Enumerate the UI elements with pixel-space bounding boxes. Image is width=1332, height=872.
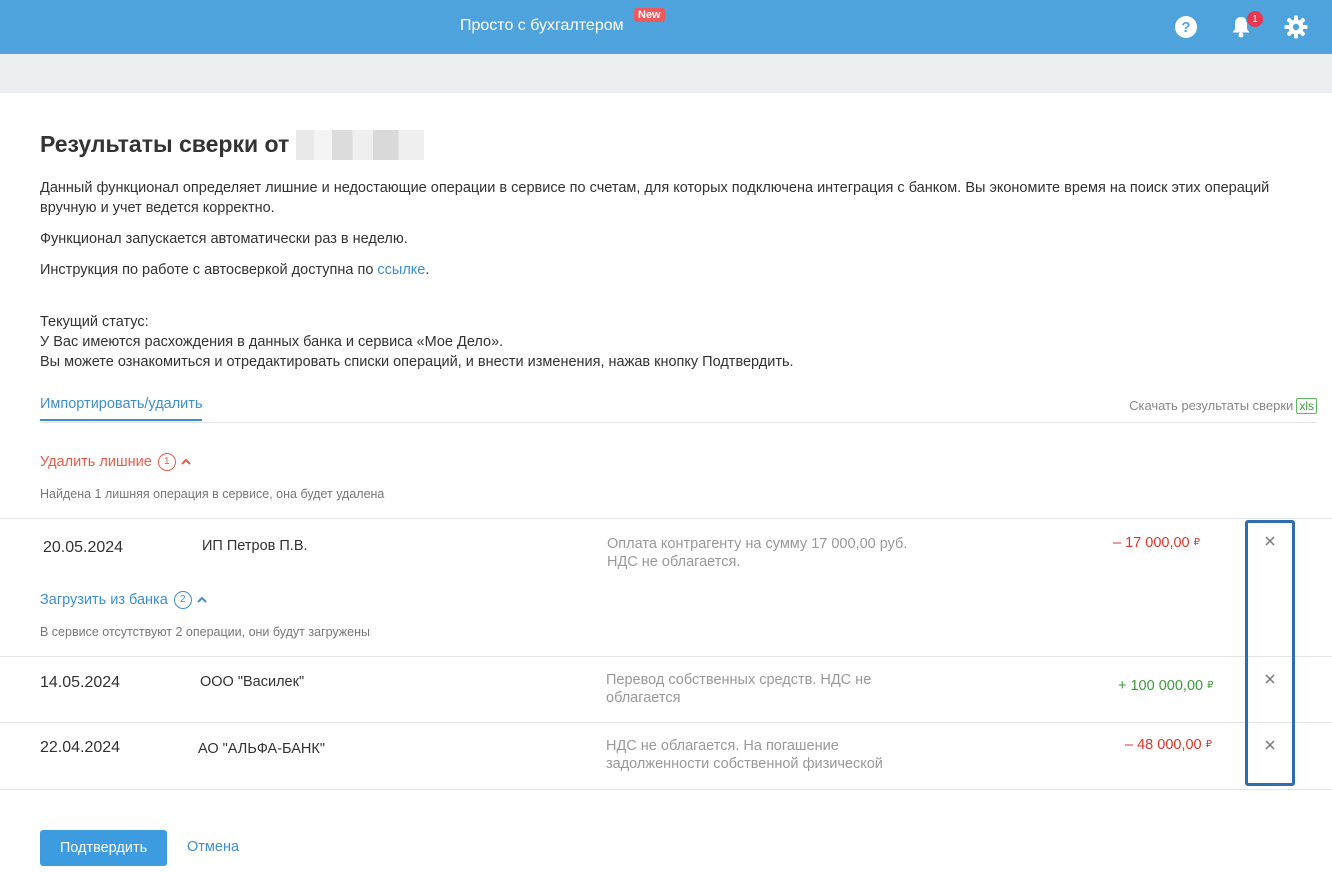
gear-icon[interactable]	[1284, 15, 1308, 39]
operation-date: 22.04.2024	[40, 739, 121, 756]
page-title: Результаты сверки от	[40, 131, 290, 157]
operation-description: Оплата контрагенту на сумму 17 000,00 ру…	[607, 536, 908, 570]
status-line-2: Вы можете ознакомиться и отредактировать…	[40, 354, 794, 370]
delete-extra-toggle[interactable]: Удалить лишние 1	[40, 453, 192, 471]
operation-date: 20.05.2024	[43, 539, 124, 556]
intro-text: Данный функционал определяет лишние и не…	[40, 180, 1270, 216]
row-divider	[0, 722, 1332, 723]
load-count-badge: 2	[173, 591, 192, 609]
xls-badge[interactable]: xls	[1296, 398, 1317, 414]
download-label[interactable]: Скачать результаты сверки	[1129, 398, 1293, 413]
amount-value: – 17 000,00	[1113, 535, 1190, 551]
chevron-up-icon[interactable]	[180, 456, 192, 468]
download-results-link[interactable]: Скачать результаты сверки xls	[1129, 398, 1317, 414]
tab-divider	[40, 422, 1317, 423]
amount-value: – 48 000,00	[1125, 737, 1202, 753]
currency-icon: ₽	[1205, 739, 1212, 750]
sub-bar	[0, 54, 1332, 93]
row-divider	[0, 656, 1332, 657]
load-from-bank-toggle[interactable]: Загрузить из банка 2	[40, 591, 208, 609]
instruction-suffix: .	[425, 262, 430, 278]
row-divider	[0, 518, 1332, 519]
operation-description: Перевод собственных средств. НДС не обла…	[606, 672, 872, 706]
status-line-1: У Вас имеются расхождения в данных банка…	[40, 334, 504, 350]
operation-amount: – 17 000,00 ₽	[1113, 535, 1200, 551]
svg-text:?: ?	[1181, 19, 1190, 36]
row-divider	[0, 789, 1332, 790]
new-badge: New	[634, 8, 665, 22]
operation-amount: – 48 000,00 ₽	[1125, 737, 1212, 753]
delete-extra-title[interactable]: Удалить лишние	[40, 454, 152, 470]
delete-note: Найдена 1 лишняя операция в сервисе, она…	[40, 487, 385, 501]
brand-title[interactable]: Просто с бухгалтером	[460, 17, 624, 35]
load-note: В сервисе отсутствуют 2 операции, они бу…	[40, 625, 370, 639]
delete-count-badge: 1	[157, 453, 176, 471]
chevron-up-icon[interactable]	[196, 594, 208, 606]
operation-party: ИП Петров П.В.	[202, 538, 308, 554]
operation-description: НДС не облагается. На погашение задолжен…	[606, 738, 883, 772]
instruction-link[interactable]: ссылке	[377, 262, 425, 278]
redacted-date	[296, 130, 424, 160]
status-label: Текущий статус:	[40, 314, 149, 330]
notification-count-badge: 1	[1246, 10, 1264, 28]
amount-value: + 100 000,00	[1118, 678, 1204, 694]
operation-date: 14.05.2024	[40, 674, 121, 691]
cancel-button[interactable]: Отмена	[187, 839, 239, 855]
instruction-prefix: Инструкция по работе с автосверкой досту…	[40, 262, 378, 278]
top-bar: Просто с бухгалтером New ? 1	[0, 0, 1332, 54]
auto-run-text: Функционал запускается автоматически раз…	[40, 231, 408, 247]
highlight-frame	[1245, 520, 1295, 786]
confirm-button[interactable]: Подтвердить	[40, 830, 167, 866]
operation-amount: + 100 000,00 ₽	[1118, 678, 1213, 694]
instruction-text: Инструкция по работе с автосверкой досту…	[40, 260, 429, 280]
tab-import-delete[interactable]: Импортировать/удалить	[40, 396, 203, 421]
current-status: Текущий статус: У Вас имеются расхождени…	[40, 312, 794, 372]
load-from-bank-title[interactable]: Загрузить из банка	[40, 592, 168, 608]
operation-party: ООО "Василек"	[200, 674, 305, 690]
currency-icon: ₽	[1193, 537, 1200, 548]
help-icon[interactable]: ?	[1174, 15, 1198, 39]
currency-icon: ₽	[1207, 680, 1214, 691]
operation-party: АО "АЛЬФА-БАНК"	[198, 741, 325, 757]
